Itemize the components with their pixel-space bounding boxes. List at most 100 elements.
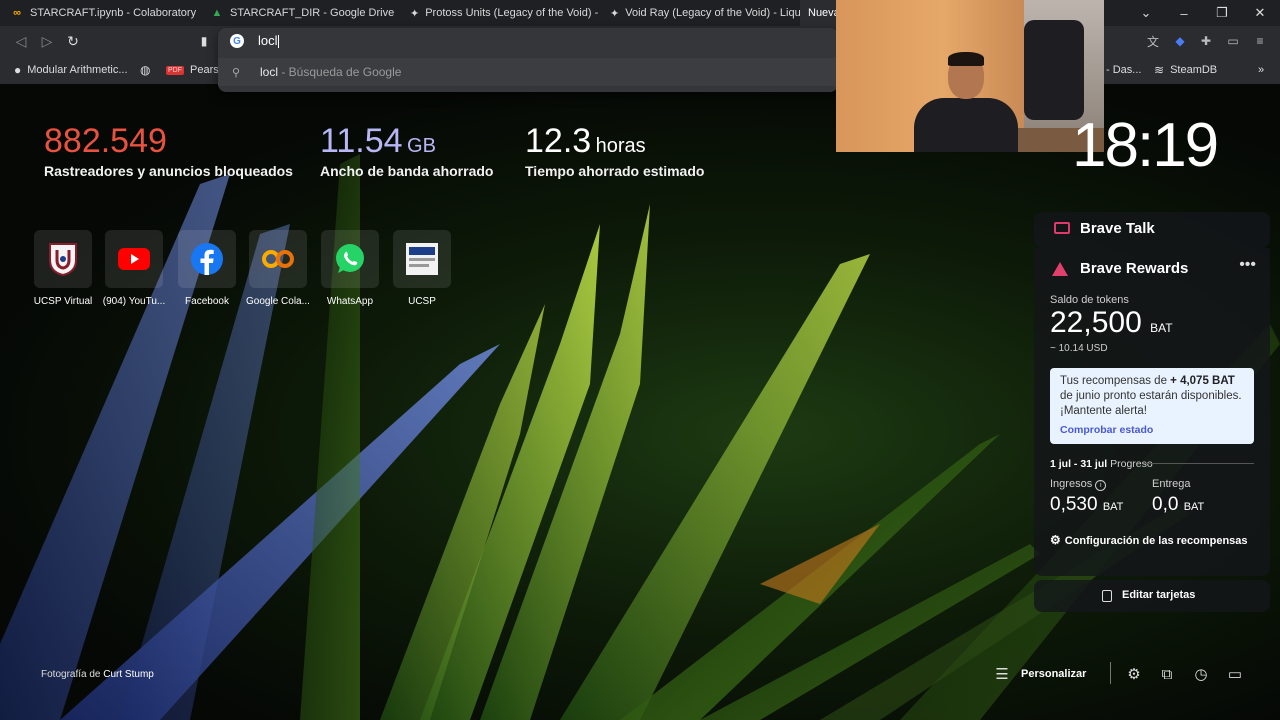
webcam-overlay [836,0,1104,152]
token-balance: 22,500 BAT [1050,306,1173,339]
rewards-title: Brave Rewards [1080,260,1189,277]
tab-title: STARCRAFT_DIR - Google Drive [230,7,395,19]
bookmark-modular-arithmetic[interactable]: ● Modular Arithmetic... [14,56,128,84]
pdf-icon: PDF [166,65,184,75]
portal-academico-icon [406,243,438,275]
income-value: 0,530 BAT [1050,494,1124,515]
stat-label: Ancho de banda ahorrado [320,163,494,179]
bookmark-steamdb[interactable]: ≋ SteamDB [1154,56,1217,84]
tile-whatsapp[interactable]: WhatsApp [318,230,382,307]
edit-cards-button[interactable]: Editar tarjetas [1034,580,1270,612]
liquipedia-icon: ✦ [410,7,420,20]
extension-shield-icon[interactable]: ◆ [1172,33,1188,49]
bookmark-globe[interactable]: ◍ [140,56,150,84]
tab-drive[interactable]: ▲ STARCRAFT_DIR - Google Drive [200,0,400,26]
usd-value: ~ 10.14 USD [1050,343,1108,354]
video-camera-icon [1054,222,1070,234]
bookmarks-icon[interactable]: ⧉ [1157,664,1177,684]
stat-unit: horas [595,135,646,157]
brave-rewards-card: Brave Rewards ••• Saldo de tokens 22,500… [1034,248,1270,576]
colab-icon [262,250,294,268]
stat-label: Rastreadores y anuncios bloqueados [44,163,293,179]
translate-icon[interactable]: 文 [1145,33,1161,49]
tile-ucsp[interactable]: UCSP [390,230,454,307]
globe-icon: ● [14,63,22,77]
photographer-link[interactable]: Curt Stump [103,669,154,680]
liquipedia-icon: ✦ [610,7,620,20]
close-icon[interactable]: ✕ [1242,0,1278,26]
gear-icon: ⚙ [1050,533,1061,547]
tab-search-chevron-icon[interactable]: ⌄ [1128,0,1164,26]
customize-sliders-icon: ☰ [995,666,1009,683]
forward-icon[interactable]: ▷ [38,32,56,50]
tab-new[interactable]: Nueva [800,0,836,26]
settings-gear-icon[interactable]: ⚙ [1124,664,1144,684]
steamdb-icon: ≋ [1154,63,1165,77]
youtube-icon [118,248,150,270]
cards-icon [1102,590,1112,602]
bookmark-icon[interactable]: ▮ [195,32,213,50]
search-icon: ⚲ [232,66,241,79]
tile-google-colab[interactable]: Google Cola... [246,230,310,307]
tile-ucsp-virtual[interactable]: UCSP Virtual [31,230,95,307]
extensions-icon[interactable]: ✚ [1198,33,1214,49]
stat-label: Tiempo ahorrado estimado [525,163,705,179]
tab-title: Void Ray (Legacy of the Void) - Liquipe [625,7,800,19]
omnibox-suggestion[interactable]: ⚲ locl - Búsqueda de Google [218,58,838,86]
delivery-label: Entrega [1152,478,1191,490]
bookmark-dashboard[interactable]: - Das... [1106,56,1141,84]
brave-talk-card[interactable]: Brave Talk [1034,212,1270,248]
facebook-icon [191,243,223,275]
stat-number: 12.3 [525,122,592,160]
tile-youtube[interactable]: (904) YouTu... [102,230,166,307]
google-icon: G [230,34,244,48]
omnibox[interactable]: G locl ⚲ locl - Búsqueda de Google [218,28,838,92]
colab-icon: ∞ [13,7,21,19]
stat-trackers-blocked: 882.549 Rastreadores y anuncios bloquead… [44,122,293,179]
tab-title: Protoss Units (Legacy of the Void) - Lic [425,7,600,19]
clock: 18:19 [1072,111,1219,180]
wallet-icon[interactable]: ▭ [1225,33,1241,49]
suggestion-text: locl - Búsqueda de Google [260,65,402,79]
rewards-settings-link[interactable]: ⚙ Configuración de las recompensas [1050,532,1248,550]
photo-credit: Fotografía de Curt Stump [41,669,154,680]
tab-protoss-units[interactable]: ✦ Protoss Units (Legacy of the Void) - L… [400,0,600,26]
tile-facebook[interactable]: Facebook [175,230,239,307]
stat-number: 11.54 [320,122,403,160]
back-icon[interactable]: ◁ [12,32,30,50]
stat-time-saved: 12.3 horas Tiempo ahorrado estimado [525,122,704,179]
check-status-link[interactable]: Comprobar estado [1060,423,1244,438]
progress-divider [1144,463,1254,464]
balance-label: Saldo de tokens [1050,294,1129,306]
more-bookmarks-icon[interactable]: » [1258,56,1264,84]
tab-void-ray[interactable]: ✦ Void Ray (Legacy of the Void) - Liquip… [600,0,800,26]
delivery-value: 0,0 BAT [1152,494,1205,515]
progress-period: 1 jul - 31 jul Progreso [1050,458,1153,470]
more-options-icon[interactable]: ••• [1239,256,1256,274]
ucsp-shield-icon [49,243,77,276]
divider [1110,662,1111,684]
whatsapp-icon [336,244,364,273]
rewards-notice: Tus recompensas de + 4,075 BAT de junio … [1050,368,1254,444]
globe-icon: ◍ [140,63,151,77]
info-icon[interactable]: i [1095,480,1107,491]
video-camera-icon[interactable]: ▭ [1225,664,1245,684]
tab-title: Nueva [808,7,836,19]
omnibox-input[interactable]: locl [258,33,279,48]
brave-talk-title: Brave Talk [1080,220,1155,237]
menu-icon[interactable]: ≡ [1252,33,1268,49]
minimize-icon[interactable]: – [1166,0,1202,26]
maximize-icon[interactable]: ❐ [1204,0,1240,26]
stat-unit: GB [407,135,436,157]
customize-button[interactable]: Personalizar [1021,662,1086,686]
tab-colab[interactable]: ∞ STARCRAFT.ipynb - Colaboratory [0,0,200,26]
tab-title: STARCRAFT.ipynb - Colaboratory [30,7,197,19]
stat-number: 882.549 [44,122,167,160]
history-icon[interactable]: ◷ [1191,664,1211,684]
bookmark-pearson[interactable]: PDF Pearso [166,56,225,84]
income-label: Ingresos i [1050,478,1107,491]
drive-icon: ▲ [211,7,223,19]
stat-bandwidth-saved: 11.54 GB Ancho de banda ahorrado [320,122,493,179]
bat-triangle-icon [1052,262,1068,276]
reload-icon[interactable]: ↻ [64,32,82,50]
